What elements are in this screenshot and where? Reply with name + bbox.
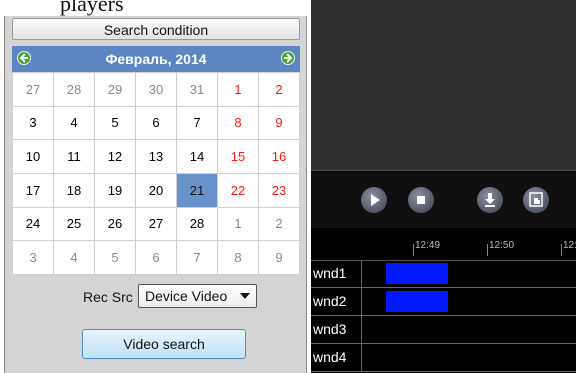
calendar-day[interactable]: 15	[217, 139, 259, 174]
month-title: Февраль, 2014	[105, 51, 207, 67]
timeline-tick: 12:50	[486, 240, 515, 256]
play-button[interactable]	[361, 187, 387, 213]
timeline-ruler[interactable]: 12:49 12:50 12:	[311, 228, 576, 261]
hand-icon	[529, 192, 543, 207]
calendar-day[interactable]: 8	[217, 105, 259, 141]
calendar-day[interactable]: 25	[53, 206, 95, 242]
calendar-day[interactable]: 11	[53, 139, 95, 174]
calendar-day[interactable]: 5	[94, 240, 136, 275]
calendar-day[interactable]: 22	[217, 172, 259, 208]
video-viewport	[311, 0, 576, 171]
calendar-grid: 27 28 29 30 31 1 2 3 4 5 6 7 8 9 10 11 12 13 14 15 16 17 18 19 2…	[12, 72, 300, 275]
calendar-day[interactable]: 12	[94, 139, 136, 174]
track-row-wnd3[interactable]: wnd3	[311, 316, 576, 344]
calendar-week: 3456789	[12, 105, 300, 141]
calendar-day[interactable]: 24	[12, 206, 54, 242]
calendar-week: 24 25 26 27 28 1 2	[12, 206, 300, 242]
calendar-day[interactable]: 4	[53, 240, 95, 275]
calendar-header: Февраль, 2014	[12, 46, 300, 72]
calendar-day[interactable]: 28	[53, 72, 95, 107]
calendar-day[interactable]: 30	[135, 72, 177, 107]
calendar-day[interactable]: 23	[258, 172, 300, 208]
calendar-day[interactable]: 4	[53, 105, 95, 141]
calendar-week: 17 18 19 20 21 22 23	[12, 172, 300, 208]
calendar-day[interactable]: 27	[12, 72, 54, 107]
calendar-day[interactable]: 2	[258, 206, 300, 242]
calendar-day[interactable]: 9	[258, 105, 300, 141]
download-button[interactable]	[477, 187, 503, 213]
rec-src-value: Device Video	[145, 288, 228, 304]
video-search-button[interactable]: Video search	[82, 329, 246, 359]
calendar-week: 10 11 12 13 14 15 16	[12, 139, 300, 174]
playback-toolbar	[311, 172, 576, 228]
player-panel: 12:49 12:50 12: wnd1 wnd2 wnd3 wnd4	[311, 0, 576, 373]
calendar-day[interactable]: 8	[217, 240, 259, 275]
calendar-day[interactable]: 16	[258, 139, 300, 174]
calendar-day[interactable]: 3	[12, 105, 54, 141]
search-condition-button[interactable]: Search condition	[12, 18, 300, 40]
calendar-day[interactable]: 13	[135, 139, 177, 174]
download-icon	[485, 193, 495, 207]
calendar-day[interactable]: 28	[176, 206, 218, 242]
calendar-day[interactable]: 21	[176, 172, 218, 208]
track-label: wnd2	[313, 293, 347, 309]
stop-button[interactable]	[408, 187, 434, 213]
track-row-wnd1[interactable]: wnd1	[311, 260, 576, 288]
track-row-wnd2[interactable]: wnd2	[311, 288, 576, 316]
calendar-day[interactable]: 19	[94, 172, 136, 208]
calendar-day[interactable]: 6	[135, 240, 177, 275]
timeline-tick: 12:49	[412, 240, 441, 256]
rec-src-label: Rec Src	[83, 289, 133, 305]
calendar-day[interactable]: 3	[12, 240, 54, 275]
calendar-day[interactable]: 5	[94, 105, 136, 141]
play-icon	[371, 194, 380, 206]
calendar-week: 3456789	[12, 240, 300, 275]
calendar-day[interactable]: 20	[135, 172, 177, 208]
track-label: wnd4	[313, 349, 347, 365]
search-panel: Search condition Февраль, 2014 27 28 29 30 3…	[4, 16, 307, 373]
calendar-day[interactable]: 27	[135, 206, 177, 242]
calendar-day[interactable]: 17	[12, 172, 54, 208]
recording-segment[interactable]	[386, 291, 448, 312]
calendar-day[interactable]: 7	[176, 240, 218, 275]
top-text: players	[60, 0, 124, 16]
track-label: wnd1	[313, 265, 347, 281]
calendar-day[interactable]: 1	[217, 206, 259, 242]
track-label: wnd3	[313, 321, 347, 337]
hand-button[interactable]	[523, 187, 549, 213]
calendar-day[interactable]: 6	[135, 105, 177, 141]
calendar-day[interactable]: 9	[258, 240, 300, 275]
timeline-tick: 12:	[561, 240, 576, 256]
recording-segment[interactable]	[386, 263, 448, 284]
calendar-day[interactable]: 26	[94, 206, 136, 242]
calendar-day[interactable]: 10	[12, 139, 54, 174]
rec-src-select[interactable]: Device Video	[138, 284, 257, 308]
chevron-down-icon	[240, 293, 250, 299]
calendar-day[interactable]: 1	[217, 72, 259, 107]
calendar-day[interactable]: 29	[94, 72, 136, 107]
next-month-button[interactable]	[281, 51, 295, 65]
calendar-day[interactable]: 2	[258, 72, 300, 107]
track-row-wnd4[interactable]: wnd4	[311, 344, 576, 372]
calendar-day[interactable]: 14	[176, 139, 218, 174]
stop-icon	[417, 196, 425, 204]
calendar-day[interactable]: 18	[53, 172, 95, 208]
calendar-day[interactable]: 7	[176, 105, 218, 141]
green-right-arrow-icon	[284, 53, 293, 63]
calendar-week: 27 28 29 30 31 1 2	[12, 72, 300, 107]
calendar-day[interactable]: 31	[176, 72, 218, 107]
